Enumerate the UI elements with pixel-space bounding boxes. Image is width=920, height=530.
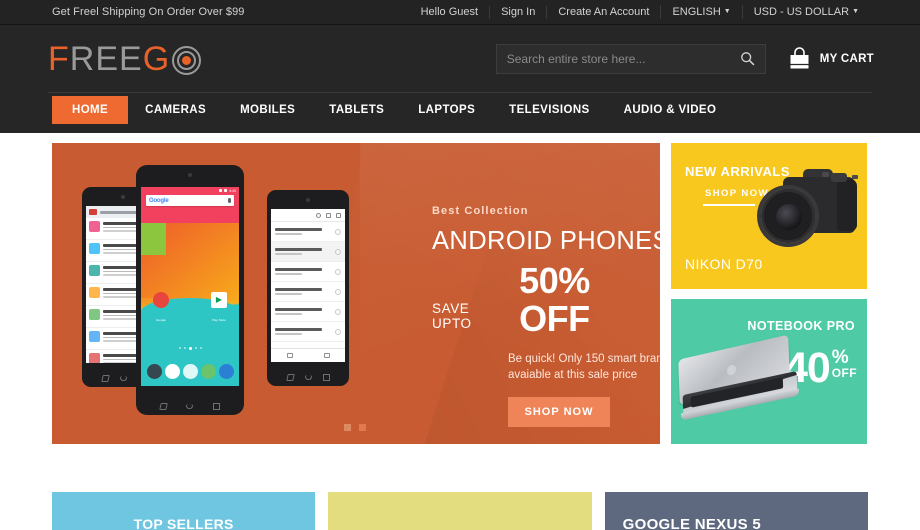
- bottom-card-middle[interactable]: [328, 492, 592, 530]
- hero-subtext: Be quick! Only 150 smart brands avaiable…: [508, 353, 660, 381]
- discount-percent: %: [831, 347, 849, 368]
- bottom-card-top-sellers[interactable]: TOP SELLERS: [52, 492, 316, 530]
- bottom-card-title: GOOGLE NEXUS 5: [622, 516, 762, 530]
- android-phones-image: 4:40 Google Google ▶ Play Store: [82, 165, 372, 415]
- nav-item-cameras[interactable]: CAMERAS: [128, 96, 223, 124]
- bottom-card-title: TOP SELLERS: [133, 516, 234, 530]
- laptop-icon: [678, 334, 801, 421]
- hero-save-label: SAVE UPTO: [432, 301, 472, 331]
- hero-discount: 50% OFF: [519, 260, 590, 339]
- dslr-camera-icon: [755, 167, 859, 253]
- nav-item-tablets[interactable]: TABLETS: [312, 96, 401, 124]
- nav-item-laptops[interactable]: LAPTOPS: [401, 96, 492, 124]
- create-account-link[interactable]: Create An Account: [546, 5, 660, 19]
- nav-item-audio-video[interactable]: AUDIO & VIDEO: [607, 96, 734, 124]
- hero-eyebrow: Best Collection: [432, 205, 529, 217]
- carousel-dot-2[interactable]: [359, 424, 366, 431]
- discount-off-label: OFF: [831, 366, 857, 380]
- hero-banner[interactable]: 4:40 Google Google ▶ Play Store Best Col…: [52, 143, 660, 444]
- phone-right: [267, 190, 349, 386]
- logo-text: FREEG: [48, 39, 171, 78]
- target-circle-icon: [172, 46, 202, 75]
- shopping-bag-icon: [790, 46, 809, 68]
- promo-column: NEW ARRIVALS SHOP NOW NIKON D70 NOTEBOOK…: [671, 143, 867, 444]
- bottom-card-google-nexus-5[interactable]: GOOGLE NEXUS 5: [604, 492, 868, 530]
- site-logo[interactable]: FREEG: [48, 39, 202, 78]
- site-header: FREEG MY CART: [0, 25, 920, 92]
- currency-selector[interactable]: USD - US DOLLAR ▼: [741, 5, 870, 19]
- cart-button[interactable]: MY CART: [787, 46, 874, 72]
- hero-title: ANDROID PHONES: [432, 227, 660, 255]
- search-icon: [740, 52, 754, 66]
- cart-label: MY CART: [819, 52, 874, 65]
- promo-product-name: NIKON D70: [685, 256, 763, 272]
- sign-in-link[interactable]: Sign In: [489, 5, 546, 19]
- main-navigation: HOME CAMERAS MOBILES TABLETS LAPTOPS TEL…: [0, 92, 920, 133]
- top-utility-bar: Get Freel Shipping On Order Over $99 Hel…: [0, 0, 920, 25]
- header-actions: MY CART: [495, 43, 874, 74]
- nav-item-televisions[interactable]: TELEVISIONS: [492, 96, 606, 124]
- search-box[interactable]: [495, 43, 766, 74]
- hero-copy: Best Collection ANDROID PHONES SAVE UPTO…: [432, 143, 660, 444]
- hero-shop-now-button[interactable]: SHOP NOW: [508, 397, 610, 427]
- promo-cta-underline: [703, 204, 755, 206]
- search-button[interactable]: [740, 51, 755, 66]
- search-input[interactable]: [506, 51, 740, 66]
- bottom-card-row: TOP SELLERS GOOGLE NEXUS 5: [52, 492, 868, 530]
- greeting-label: Hello Guest: [420, 5, 479, 18]
- nav-item-home[interactable]: HOME: [52, 96, 129, 124]
- chevron-down-icon: ▼: [723, 8, 731, 15]
- promo-card-notebook-pro[interactable]: NOTEBOOK PRO 40 % OFF: [671, 299, 867, 444]
- carousel-indicators[interactable]: [344, 424, 366, 431]
- top-links: Hello Guest Sign In Create An Account EN…: [410, 5, 870, 19]
- main-content: 4:40 Google Google ▶ Play Store Best Col…: [0, 133, 920, 530]
- nav-item-mobiles[interactable]: MOBILES: [223, 96, 312, 124]
- shipping-promo-text: Get Freel Shipping On Order Over $99: [52, 6, 245, 18]
- promo-card-new-arrivals[interactable]: NEW ARRIVALS SHOP NOW NIKON D70: [671, 143, 867, 289]
- promo-kicker: NOTEBOOK PRO: [747, 319, 855, 333]
- chevron-down-icon: ▼: [852, 8, 859, 15]
- carousel-dot-1[interactable]: [344, 424, 351, 431]
- phone-center: 4:40 Google Google ▶ Play Store: [136, 165, 244, 415]
- language-selector[interactable]: ENGLISH ▼: [660, 5, 741, 19]
